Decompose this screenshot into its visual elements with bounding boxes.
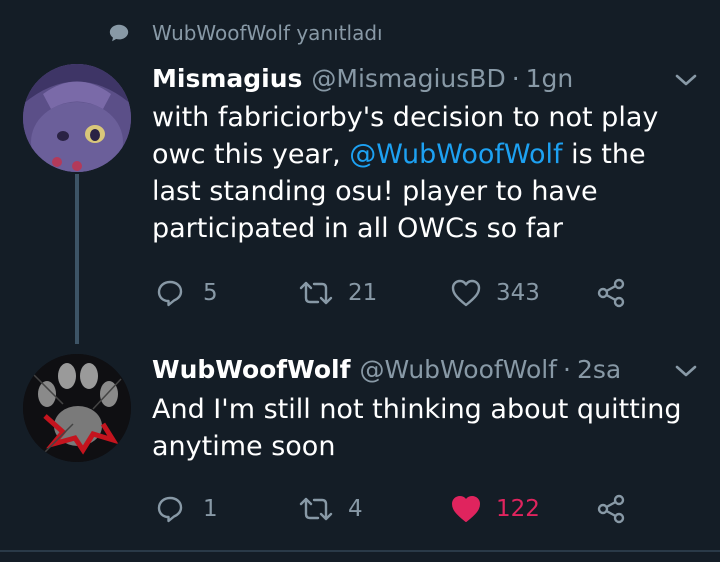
share-icon <box>597 278 625 308</box>
like-count: 343 <box>496 280 540 306</box>
separator-dot: · <box>511 64 520 93</box>
heart-icon <box>451 279 481 307</box>
timestamp[interactable]: 2sa <box>577 355 621 384</box>
retweet-icon <box>299 281 333 305</box>
like-button[interactable]: 343 <box>450 278 540 308</box>
heart-icon <box>452 496 480 522</box>
tweet-header: Mismagius @MismagiusBD · 1gn <box>152 64 573 93</box>
reply-button[interactable]: 5 <box>155 278 218 308</box>
separator-dot: · <box>563 355 571 384</box>
user-handle[interactable]: @MismagiusBD <box>311 64 505 93</box>
display-name[interactable]: WubWoofWolf <box>152 355 351 384</box>
retweet-button[interactable]: 4 <box>298 494 363 524</box>
display-name[interactable]: Mismagius <box>152 64 302 93</box>
thread-line <box>75 174 79 344</box>
tweet-actions: 5 21 343 <box>155 275 635 311</box>
reply-context[interactable]: WubWoofWolf yanıtladı <box>108 20 383 46</box>
chevron-down-icon[interactable] <box>673 362 699 380</box>
comment-bubble-icon <box>109 24 129 42</box>
reply-icon <box>157 496 183 523</box>
reply-icon <box>157 280 183 307</box>
tweet-text: And I'm still not thinking about quittin… <box>152 394 682 462</box>
retweet-button[interactable]: 21 <box>298 278 377 308</box>
tweet-text: with fabriciorby's decision to not play … <box>152 102 659 244</box>
chevron-down-icon[interactable] <box>673 71 699 89</box>
timestamp[interactable]: 1gn <box>526 64 574 93</box>
reply-button[interactable]: 1 <box>155 494 218 524</box>
avatar[interactable] <box>23 64 131 172</box>
tweet-header: WubWoofWolf @WubWoofWolf · 2sa <box>152 355 621 384</box>
like-button[interactable]: 122 <box>450 494 540 524</box>
reply-count: 5 <box>203 280 218 306</box>
share-button[interactable] <box>595 493 627 525</box>
retweet-icon <box>299 497 333 521</box>
user-handle[interactable]: @WubWoofWolf <box>360 355 558 384</box>
reply-context-text: WubWoofWolf yanıtladı <box>152 21 383 45</box>
reply-count: 1 <box>203 496 218 522</box>
share-button[interactable] <box>595 277 627 309</box>
share-icon <box>597 494 625 524</box>
avatar[interactable] <box>23 354 131 462</box>
retweet-count: 21 <box>348 280 378 306</box>
mention-link[interactable]: @WubWoofWolf <box>349 139 562 170</box>
divider <box>0 550 720 552</box>
tweet-actions: 1 4 122 <box>155 491 635 527</box>
retweet-count: 4 <box>348 496 363 522</box>
like-count: 122 <box>496 496 540 522</box>
